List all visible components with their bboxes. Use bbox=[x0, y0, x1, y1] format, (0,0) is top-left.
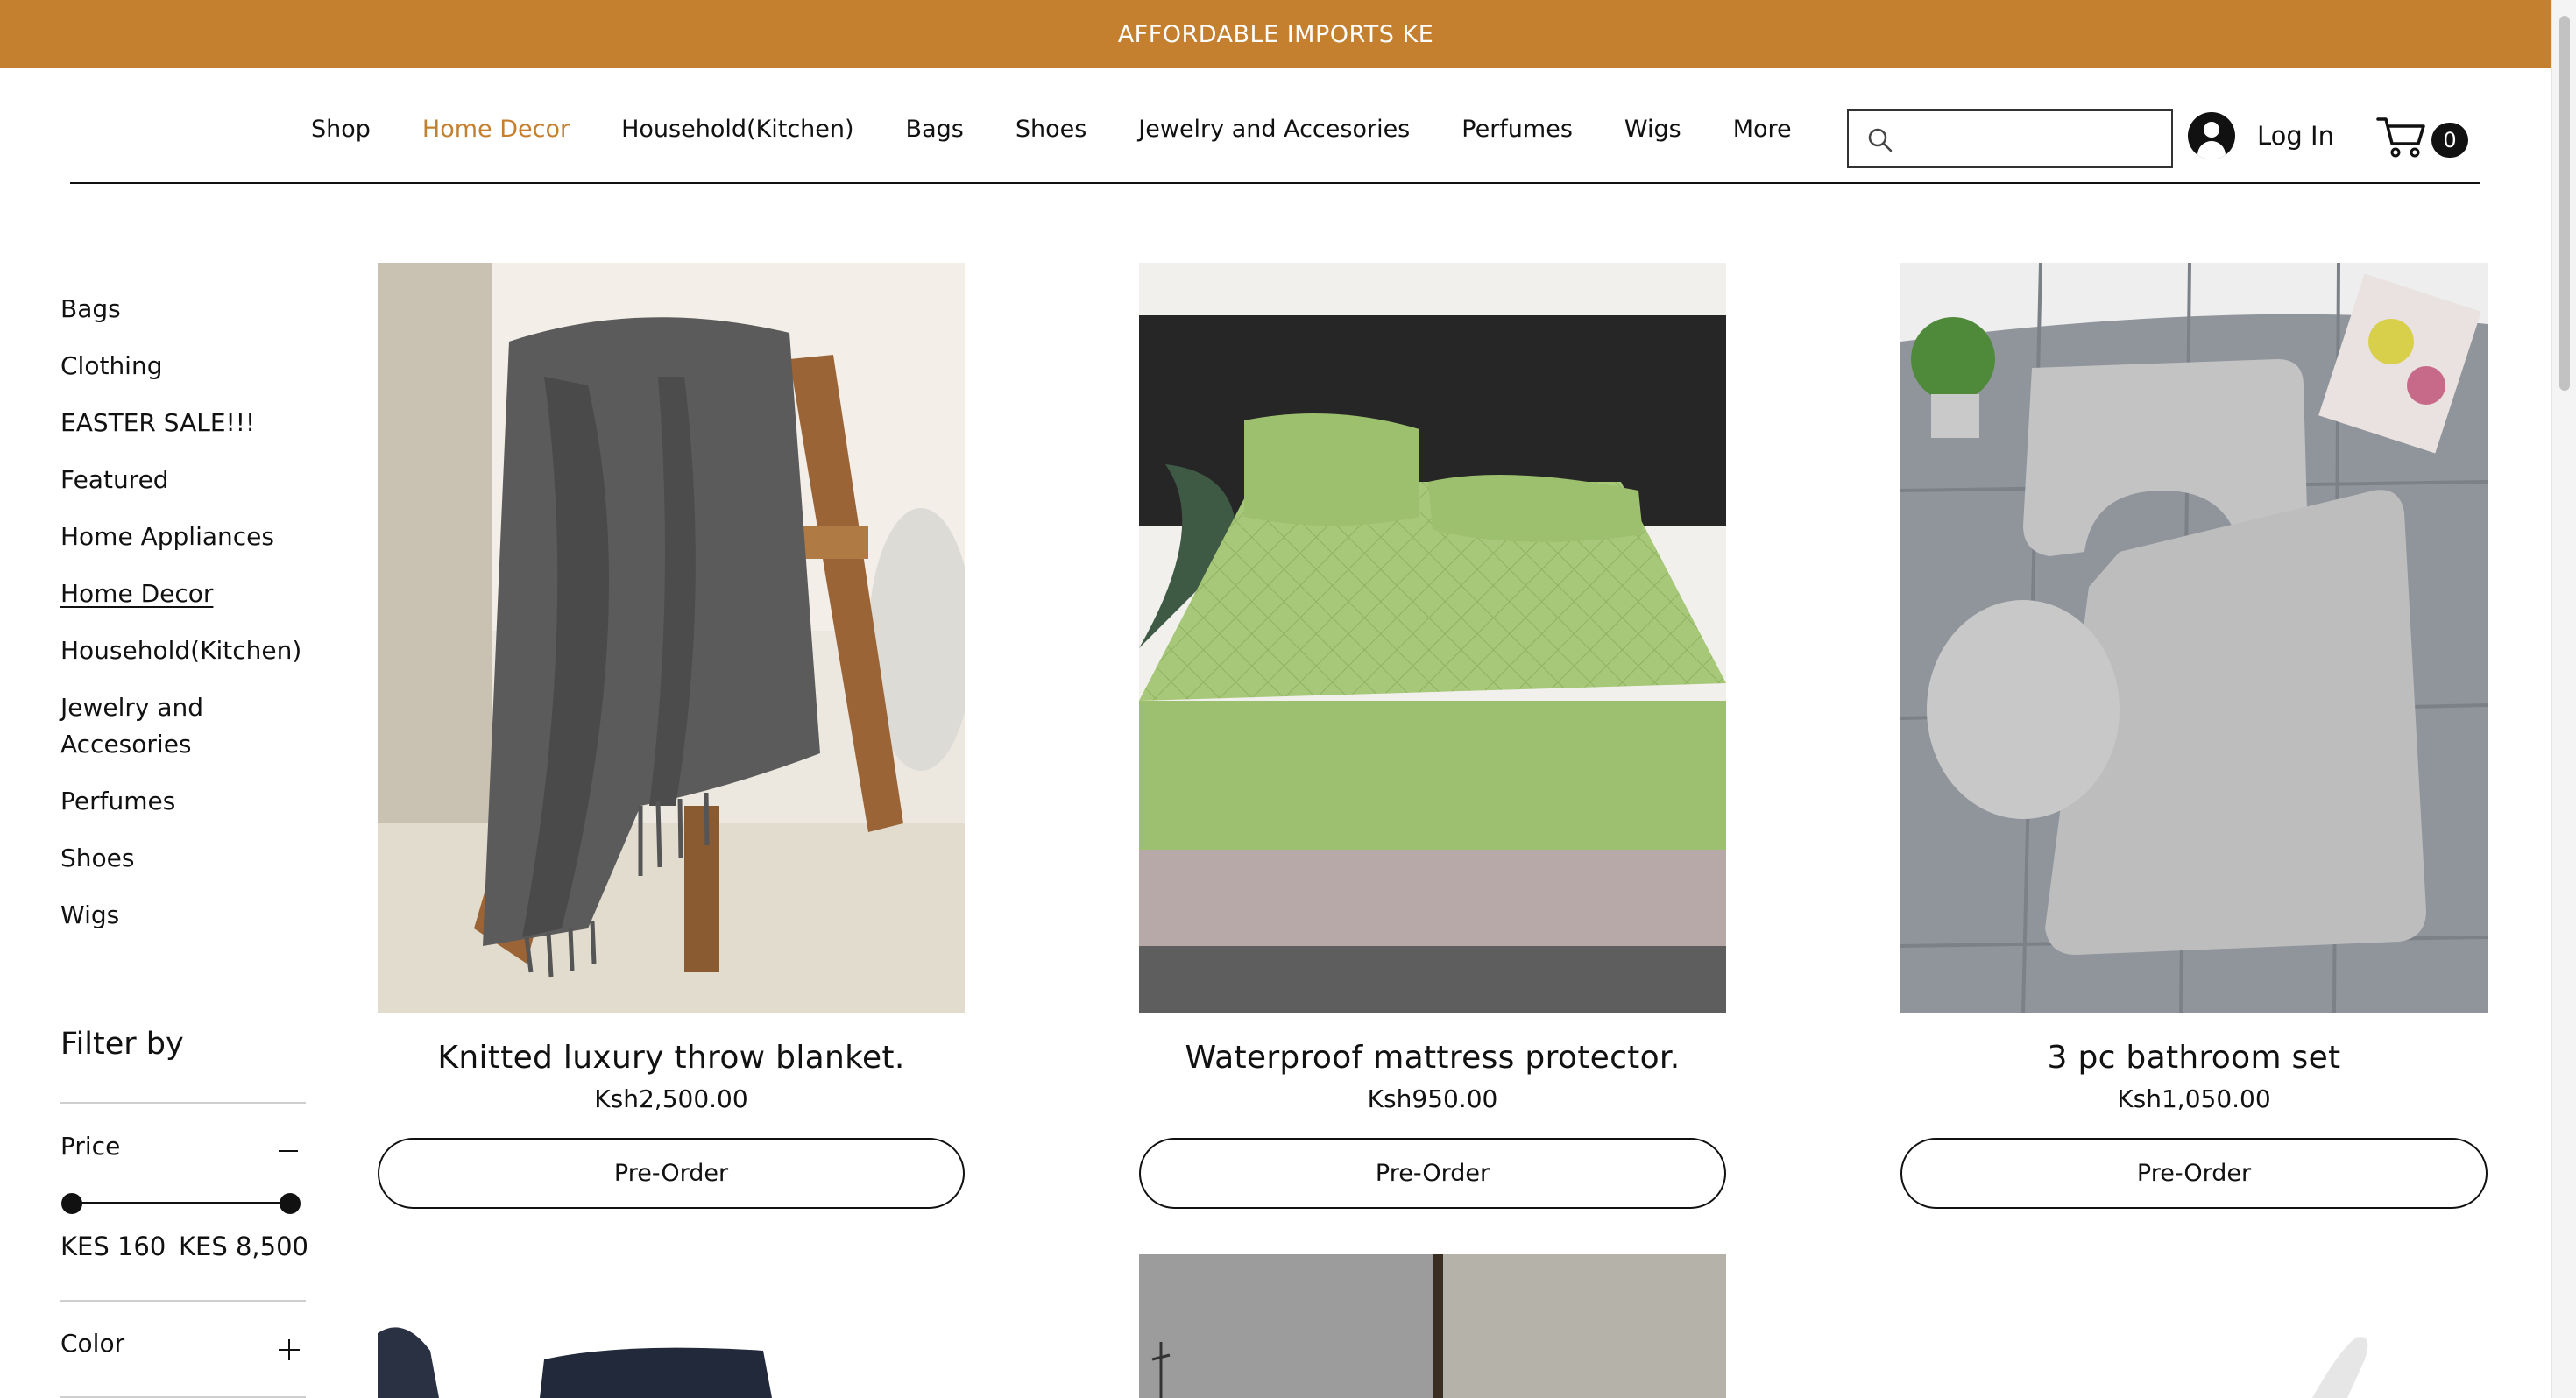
nav-item-shop[interactable]: Shop bbox=[311, 116, 371, 143]
nav-item-perfumes[interactable]: Perfumes bbox=[1461, 116, 1573, 143]
product-card: Knitted luxury throw blanket. Ksh2,500.0… bbox=[378, 263, 965, 1209]
cart-count-badge: 0 bbox=[2431, 123, 2468, 158]
header-divider bbox=[70, 182, 2480, 184]
page-scrollbar[interactable] bbox=[2551, 0, 2576, 1398]
category-home-appliances[interactable]: Home Appliances bbox=[60, 519, 297, 555]
nav-item-jewelry[interactable]: Jewelry and Accesories bbox=[1138, 116, 1410, 143]
category-jewelry[interactable]: Jewelry and Accesories bbox=[60, 689, 297, 763]
product-image-partial[interactable] bbox=[1139, 1254, 1726, 1398]
category-featured[interactable]: Featured bbox=[60, 462, 297, 498]
pre-order-button[interactable]: Pre-Order bbox=[1900, 1138, 2488, 1209]
category-home-decor[interactable]: Home Decor bbox=[60, 575, 297, 612]
search-box[interactable] bbox=[1847, 109, 2173, 168]
nav-item-more[interactable]: More bbox=[1733, 116, 1792, 143]
price-min-value: KES 160 bbox=[60, 1232, 166, 1261]
nav-item-bags[interactable]: Bags bbox=[906, 116, 964, 143]
color-filter-toggle[interactable]: Color bbox=[60, 1329, 124, 1358]
price-slider-track[interactable] bbox=[72, 1202, 291, 1204]
expand-icon-stem bbox=[288, 1339, 290, 1360]
product-image-mattress-protector[interactable] bbox=[1139, 263, 1726, 1013]
category-sidebar: Bags Clothing EASTER SALE!!! Featured Ho… bbox=[60, 291, 323, 954]
category-easter-sale[interactable]: EASTER SALE!!! bbox=[60, 405, 297, 441]
cart-button[interactable]: 0 bbox=[2376, 114, 2468, 159]
search-icon bbox=[1868, 128, 1893, 152]
product-image-partial[interactable] bbox=[1900, 1254, 2488, 1398]
pre-order-button[interactable]: Pre-Order bbox=[378, 1138, 965, 1209]
product-price: Ksh950.00 bbox=[1367, 1084, 1498, 1113]
filter-divider bbox=[60, 1102, 306, 1104]
pre-order-button[interactable]: Pre-Order bbox=[1139, 1138, 1726, 1209]
category-household-kitchen[interactable]: Household(Kitchen) bbox=[60, 632, 301, 669]
category-bags[interactable]: Bags bbox=[60, 291, 297, 328]
user-avatar-icon bbox=[2188, 112, 2235, 159]
nav-item-home-decor[interactable]: Home Decor bbox=[422, 116, 570, 143]
search-input[interactable] bbox=[1907, 118, 2161, 160]
announcement-banner: AFFORDABLE IMPORTS KE bbox=[0, 0, 2551, 68]
main-nav: Shop Home Decor Household(Kitchen) Bags … bbox=[311, 116, 1844, 143]
nav-item-wigs[interactable]: Wigs bbox=[1624, 116, 1681, 143]
product-card: Waterproof mattress protector. Ksh950.00… bbox=[1139, 263, 1726, 1209]
login-label: Log In bbox=[2257, 121, 2334, 151]
filter-divider bbox=[60, 1300, 306, 1302]
nav-item-household-kitchen[interactable]: Household(Kitchen) bbox=[621, 116, 853, 143]
filter-title: Filter by bbox=[60, 1027, 184, 1062]
product-image-partial[interactable] bbox=[378, 1254, 965, 1398]
product-name[interactable]: 3 pc bathroom set bbox=[1900, 1040, 2488, 1076]
cart-icon bbox=[2376, 117, 2425, 158]
product-price: Ksh1,050.00 bbox=[2117, 1084, 2271, 1113]
product-card: 3 pc bathroom set Ksh1,050.00 Pre-Order bbox=[1900, 263, 2488, 1209]
price-slider-min-handle[interactable] bbox=[61, 1193, 82, 1214]
banner-text: AFFORDABLE IMPORTS KE bbox=[1117, 20, 1434, 48]
product-name[interactable]: Knitted luxury throw blanket. bbox=[378, 1040, 965, 1076]
product-name[interactable]: Waterproof mattress protector. bbox=[1139, 1040, 1726, 1076]
category-perfumes[interactable]: Perfumes bbox=[60, 783, 297, 820]
site-header: Shop Home Decor Household(Kitchen) Bags … bbox=[0, 68, 2551, 184]
price-slider-max-handle[interactable] bbox=[280, 1193, 301, 1214]
category-shoes[interactable]: Shoes bbox=[60, 840, 297, 877]
product-price: Ksh2,500.00 bbox=[594, 1084, 748, 1113]
price-filter-toggle[interactable]: Price bbox=[60, 1132, 120, 1161]
collapse-icon[interactable] bbox=[279, 1150, 298, 1152]
scrollbar-thumb[interactable] bbox=[2559, 16, 2570, 391]
product-image-bathroom-set[interactable] bbox=[1900, 263, 2488, 1013]
category-clothing[interactable]: Clothing bbox=[60, 348, 297, 385]
login-button[interactable]: Log In bbox=[2188, 112, 2334, 159]
nav-item-shoes[interactable]: Shoes bbox=[1016, 116, 1086, 143]
category-wigs[interactable]: Wigs bbox=[60, 897, 297, 934]
product-image-throw-blanket[interactable] bbox=[378, 263, 965, 1013]
price-max-value: KES 8,500 bbox=[179, 1232, 308, 1261]
